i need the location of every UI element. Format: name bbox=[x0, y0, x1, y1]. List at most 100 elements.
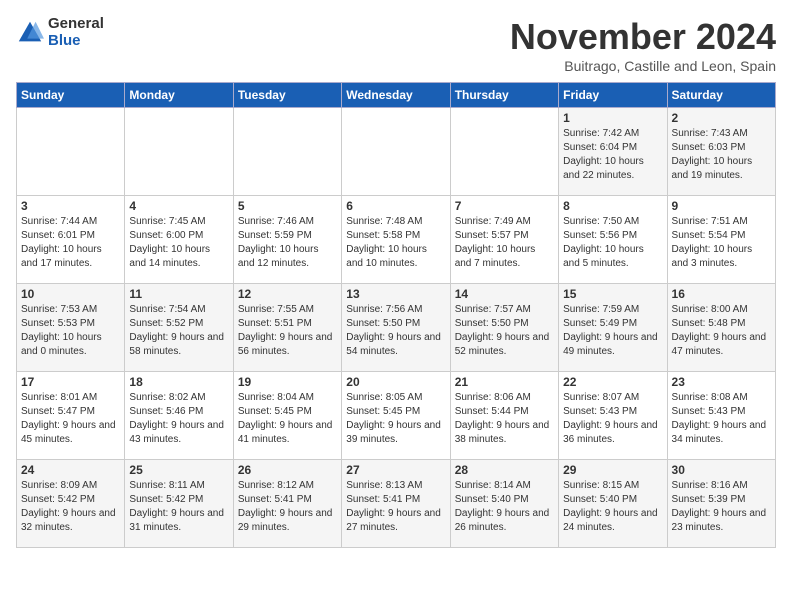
calendar-week-1: 3 Sunrise: 7:44 AM Sunset: 6:01 PM Daylig… bbox=[17, 196, 776, 284]
calendar-cell: 16 Sunrise: 8:00 AM Sunset: 5:48 PM Dayli… bbox=[667, 284, 775, 372]
cell-info: Sunrise: 7:59 AM Sunset: 5:49 PM Dayligh… bbox=[563, 303, 662, 359]
day-number: 17 bbox=[21, 375, 120, 389]
day-number: 13 bbox=[346, 287, 445, 301]
day-number: 20 bbox=[346, 375, 445, 389]
day-number: 2 bbox=[672, 111, 771, 125]
day-number: 29 bbox=[563, 463, 662, 477]
calendar-cell: 2 Sunrise: 7:43 AM Sunset: 6:03 PM Daylig… bbox=[667, 108, 775, 196]
calendar-cell: 21Sunrise: 8:06 AM Sunset: 5:44 PM Dayli… bbox=[450, 372, 558, 460]
calendar-cell: 30 Sunrise: 8:16 AM Sunset: 5:39 PM Dayli… bbox=[667, 460, 775, 548]
calendar-cell: 10Sunrise: 7:53 AM Sunset: 5:53 PM Dayli… bbox=[17, 284, 125, 372]
calendar-cell: 25 Sunrise: 8:11 AM Sunset: 5:42 PM Dayli… bbox=[125, 460, 233, 548]
logo-blue: Blue bbox=[48, 33, 104, 50]
day-number: 19 bbox=[238, 375, 337, 389]
day-number: 14 bbox=[455, 287, 554, 301]
calendar-cell: 14 Sunrise: 7:57 AM Sunset: 5:50 PM Dayli… bbox=[450, 284, 558, 372]
cell-info: Sunrise: 7:43 AM Sunset: 6:03 PM Dayligh… bbox=[672, 127, 771, 183]
cell-info: Sunrise: 7:57 AM Sunset: 5:50 PM Dayligh… bbox=[455, 303, 554, 359]
day-number: 16 bbox=[672, 287, 771, 301]
calendar-cell: 1Sunrise: 7:42 AM Sunset: 6:04 PM Daylig… bbox=[559, 108, 667, 196]
calendar-cell: 29 Sunrise: 8:15 AM Sunset: 5:40 PM Dayli… bbox=[559, 460, 667, 548]
calendar-week-3: 17 Sunrise: 8:01 AM Sunset: 5:47 PM Dayli… bbox=[17, 372, 776, 460]
location-subtitle: Buitrago, Castille and Leon, Spain bbox=[510, 58, 776, 74]
calendar-cell bbox=[233, 108, 341, 196]
cell-info: Sunrise: 8:00 AM Sunset: 5:48 PM Dayligh… bbox=[672, 303, 771, 359]
day-number: 4 bbox=[129, 199, 228, 213]
cell-info: Sunrise: 8:02 AM Sunset: 5:46 PM Dayligh… bbox=[129, 391, 228, 447]
calendar-cell: 20Sunrise: 8:05 AM Sunset: 5:45 PM Dayli… bbox=[342, 372, 450, 460]
cell-info: Sunrise: 8:13 AM Sunset: 5:41 PM Dayligh… bbox=[346, 479, 445, 535]
calendar-cell: 27 Sunrise: 8:13 AM Sunset: 5:41 PM Dayli… bbox=[342, 460, 450, 548]
cell-info: Sunrise: 8:09 AM Sunset: 5:42 PM Dayligh… bbox=[21, 479, 120, 535]
calendar-cell: 22 Sunrise: 8:07 AM Sunset: 5:43 PM Dayli… bbox=[559, 372, 667, 460]
cell-info: Sunrise: 7:45 AM Sunset: 6:00 PM Dayligh… bbox=[129, 215, 228, 271]
cell-info: Sunrise: 8:08 AM Sunset: 5:43 PM Dayligh… bbox=[672, 391, 771, 447]
calendar-cell: 12 Sunrise: 7:55 AM Sunset: 5:51 PM Dayli… bbox=[233, 284, 341, 372]
day-number: 27 bbox=[346, 463, 445, 477]
header-area: General Blue November 2024 Buitrago, Cas… bbox=[16, 16, 776, 74]
cell-info: Sunrise: 8:01 AM Sunset: 5:47 PM Dayligh… bbox=[21, 391, 120, 447]
calendar-cell: 3 Sunrise: 7:44 AM Sunset: 6:01 PM Daylig… bbox=[17, 196, 125, 284]
cell-info: Sunrise: 7:49 AM Sunset: 5:57 PM Dayligh… bbox=[455, 215, 554, 271]
day-number: 30 bbox=[672, 463, 771, 477]
day-number: 3 bbox=[21, 199, 120, 213]
day-number: 26 bbox=[238, 463, 337, 477]
day-number: 21 bbox=[455, 375, 554, 389]
calendar-cell: 8Sunrise: 7:50 AM Sunset: 5:56 PM Daylig… bbox=[559, 196, 667, 284]
day-number: 5 bbox=[238, 199, 337, 213]
day-number: 25 bbox=[129, 463, 228, 477]
cell-info: Sunrise: 7:48 AM Sunset: 5:58 PM Dayligh… bbox=[346, 215, 445, 271]
calendar-cell: 26 Sunrise: 8:12 AM Sunset: 5:41 PM Dayli… bbox=[233, 460, 341, 548]
calendar-cell: 18 Sunrise: 8:02 AM Sunset: 5:46 PM Dayli… bbox=[125, 372, 233, 460]
header-cell-wednesday: Wednesday bbox=[342, 83, 450, 108]
day-number: 7 bbox=[455, 199, 554, 213]
header-cell-tuesday: Tuesday bbox=[233, 83, 341, 108]
calendar-cell: 7 Sunrise: 7:49 AM Sunset: 5:57 PM Daylig… bbox=[450, 196, 558, 284]
calendar-cell bbox=[125, 108, 233, 196]
cell-info: Sunrise: 8:04 AM Sunset: 5:45 PM Dayligh… bbox=[238, 391, 337, 447]
header-cell-thursday: Thursday bbox=[450, 83, 558, 108]
logo-text: General Blue bbox=[48, 16, 104, 49]
cell-info: Sunrise: 8:12 AM Sunset: 5:41 PM Dayligh… bbox=[238, 479, 337, 535]
cell-info: Sunrise: 8:16 AM Sunset: 5:39 PM Dayligh… bbox=[672, 479, 771, 535]
cell-info: Sunrise: 7:46 AM Sunset: 5:59 PM Dayligh… bbox=[238, 215, 337, 271]
calendar-body: 1Sunrise: 7:42 AM Sunset: 6:04 PM Daylig… bbox=[17, 108, 776, 548]
day-number: 12 bbox=[238, 287, 337, 301]
calendar-cell: 28 Sunrise: 8:14 AM Sunset: 5:40 PM Dayli… bbox=[450, 460, 558, 548]
cell-info: Sunrise: 8:11 AM Sunset: 5:42 PM Dayligh… bbox=[129, 479, 228, 535]
calendar-cell: 13 Sunrise: 7:56 AM Sunset: 5:50 PM Dayli… bbox=[342, 284, 450, 372]
logo-general: General bbox=[48, 16, 104, 33]
calendar-cell: 23 Sunrise: 8:08 AM Sunset: 5:43 PM Dayli… bbox=[667, 372, 775, 460]
day-number: 1 bbox=[563, 111, 662, 125]
day-number: 23 bbox=[672, 375, 771, 389]
day-number: 22 bbox=[563, 375, 662, 389]
calendar-cell bbox=[342, 108, 450, 196]
calendar-cell: 11 Sunrise: 7:54 AM Sunset: 5:52 PM Dayli… bbox=[125, 284, 233, 372]
calendar-cell: 5 Sunrise: 7:46 AM Sunset: 5:59 PM Daylig… bbox=[233, 196, 341, 284]
cell-info: Sunrise: 7:54 AM Sunset: 5:52 PM Dayligh… bbox=[129, 303, 228, 359]
month-title: November 2024 bbox=[510, 16, 776, 58]
cell-info: Sunrise: 8:07 AM Sunset: 5:43 PM Dayligh… bbox=[563, 391, 662, 447]
day-number: 6 bbox=[346, 199, 445, 213]
day-number: 11 bbox=[129, 287, 228, 301]
day-number: 28 bbox=[455, 463, 554, 477]
cell-info: Sunrise: 7:44 AM Sunset: 6:01 PM Dayligh… bbox=[21, 215, 120, 271]
header-cell-sunday: Sunday bbox=[17, 83, 125, 108]
day-number: 24 bbox=[21, 463, 120, 477]
header-row: SundayMondayTuesdayWednesdayThursdayFrid… bbox=[17, 83, 776, 108]
calendar-cell: 17 Sunrise: 8:01 AM Sunset: 5:47 PM Dayli… bbox=[17, 372, 125, 460]
cell-info: Sunrise: 7:50 AM Sunset: 5:56 PM Dayligh… bbox=[563, 215, 662, 271]
cell-info: Sunrise: 8:14 AM Sunset: 5:40 PM Dayligh… bbox=[455, 479, 554, 535]
header-cell-friday: Friday bbox=[559, 83, 667, 108]
calendar-cell: 9Sunrise: 7:51 AM Sunset: 5:54 PM Daylig… bbox=[667, 196, 775, 284]
cell-info: Sunrise: 8:15 AM Sunset: 5:40 PM Dayligh… bbox=[563, 479, 662, 535]
calendar-cell: 19 Sunrise: 8:04 AM Sunset: 5:45 PM Dayli… bbox=[233, 372, 341, 460]
cell-info: Sunrise: 7:55 AM Sunset: 5:51 PM Dayligh… bbox=[238, 303, 337, 359]
logo: General Blue bbox=[16, 16, 104, 49]
day-number: 10 bbox=[21, 287, 120, 301]
cell-info: Sunrise: 7:56 AM Sunset: 5:50 PM Dayligh… bbox=[346, 303, 445, 359]
calendar-cell bbox=[17, 108, 125, 196]
calendar-week-4: 24 Sunrise: 8:09 AM Sunset: 5:42 PM Dayli… bbox=[17, 460, 776, 548]
logo-icon bbox=[16, 19, 44, 47]
day-number: 18 bbox=[129, 375, 228, 389]
